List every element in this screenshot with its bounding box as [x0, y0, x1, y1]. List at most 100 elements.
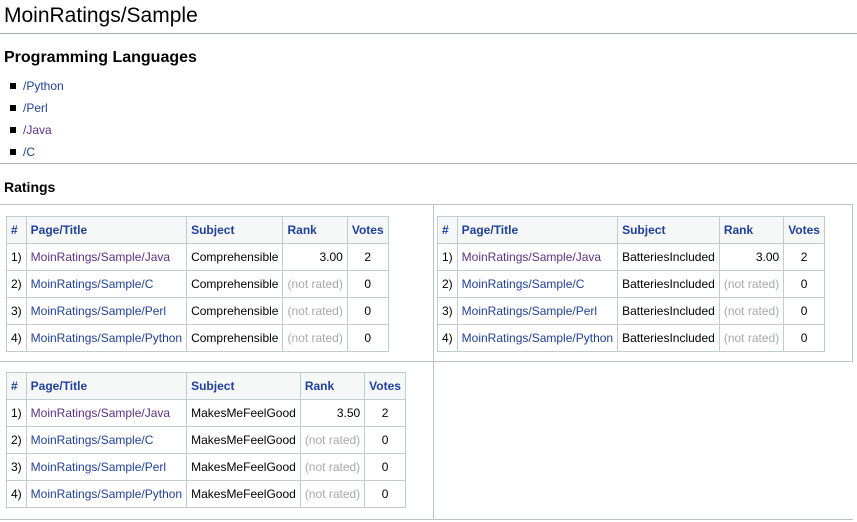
grid-divider: [433, 205, 434, 361]
subject-header: Subject: [186, 216, 284, 244]
list-item: /C: [0, 141, 64, 163]
row-index: 4): [437, 324, 458, 352]
language-link-c[interactable]: /C: [23, 145, 35, 159]
table-header-row: # Page/Title Subject Rank Votes: [6, 372, 406, 400]
table-row: 3) MoinRatings/Sample/Perl Comprehensible(…: [6, 297, 389, 325]
rank-not-rated: (not rated): [299, 453, 366, 481]
row-index: 4): [6, 324, 27, 352]
votes-cell: 0: [783, 270, 825, 298]
grid-divider: [0, 361, 853, 362]
votes-cell: 0: [783, 297, 825, 325]
table-row: 4) MoinRatings/Sample/Python MakesMeFeelGo…: [6, 480, 406, 508]
page-link[interactable]: MoinRatings/Sample/C: [31, 433, 154, 447]
votes-cell: 0: [346, 297, 389, 325]
table-header-row: # Page/Title Subject Rank Votes: [437, 216, 825, 244]
page-link[interactable]: MoinRatings/Sample/Perl: [462, 304, 597, 318]
row-index: 2): [6, 426, 27, 454]
page-link[interactable]: MoinRatings/Sample/Perl: [31, 304, 166, 318]
rank-not-rated: (not rated): [718, 297, 785, 325]
table-row: 1) MoinRatings/Sample/Java BatteriesInclud…: [437, 243, 825, 271]
table-row: 1) MoinRatings/Sample/Java Comprehensible 3…: [6, 243, 389, 271]
page-cell: MoinRatings/Sample/Perl: [25, 297, 188, 325]
page-cell: MoinRatings/Sample/Java: [25, 243, 188, 271]
subject-cell: MakesMeFeelGood: [186, 426, 301, 454]
page-link[interactable]: MoinRatings/Sample/Perl: [31, 460, 166, 474]
row-index: 2): [6, 270, 27, 298]
row-index: 2): [437, 270, 458, 298]
bullet-icon: [10, 105, 16, 111]
languages-list: /Python /Perl /Java /C: [0, 75, 64, 163]
row-index: 1): [6, 243, 27, 271]
ratings-heading: Ratings: [4, 179, 56, 195]
votes-cell: 0: [364, 480, 406, 508]
votes-cell: 2: [783, 243, 825, 271]
rank-cell: 3.00: [282, 243, 348, 271]
page-link[interactable]: MoinRatings/Sample/C: [31, 277, 154, 291]
language-link-perl[interactable]: /Perl: [23, 101, 48, 115]
page-title-header: Page/Title: [456, 216, 619, 244]
votes-header: Votes: [364, 372, 406, 400]
index-header: #: [6, 216, 27, 244]
subject-cell: MakesMeFeelGood: [186, 399, 301, 427]
page-cell: MoinRatings/Sample/Java: [456, 243, 619, 271]
row-index: 1): [6, 399, 27, 427]
rank-cell: 3.50: [299, 399, 366, 427]
votes-cell: 0: [364, 453, 406, 481]
section-divider: [0, 163, 857, 164]
page-link[interactable]: MoinRatings/Sample/Java: [31, 250, 170, 264]
page-link[interactable]: MoinRatings/Sample/Python: [31, 487, 182, 501]
grid-divider: [852, 205, 853, 361]
rank-cell: 3.00: [718, 243, 785, 271]
row-index: 4): [6, 480, 27, 508]
table-row: 2) MoinRatings/Sample/C BatteriesIncluded(…: [437, 270, 825, 298]
votes-cell: 0: [783, 324, 825, 352]
page-title-header: Page/Title: [25, 216, 188, 244]
votes-cell: 2: [346, 243, 389, 271]
votes-cell: 0: [346, 270, 389, 298]
rank-not-rated: (not rated): [282, 324, 348, 352]
page-link[interactable]: MoinRatings/Sample/Java: [462, 250, 601, 264]
page-title: MoinRatings/Sample: [0, 0, 857, 34]
bullet-icon: [10, 149, 16, 155]
page-cell: MoinRatings/Sample/C: [25, 426, 188, 454]
language-link-java[interactable]: /Java: [23, 123, 52, 137]
subject-header: Subject: [186, 372, 301, 400]
rank-header: Rank: [718, 216, 785, 244]
page-title-header: Page/Title: [25, 372, 188, 400]
subject-cell: Comprehensible: [186, 324, 284, 352]
page-cell: MoinRatings/Sample/Python: [25, 324, 188, 352]
subject-cell: BatteriesIncluded: [617, 324, 720, 352]
subject-cell: Comprehensible: [186, 270, 284, 298]
row-index: 3): [6, 297, 27, 325]
rank-not-rated: (not rated): [718, 324, 785, 352]
list-item: /Perl: [0, 97, 64, 119]
list-item: /Java: [0, 119, 64, 141]
votes-cell: 2: [364, 399, 406, 427]
votes-header: Votes: [783, 216, 825, 244]
rank-header: Rank: [282, 216, 348, 244]
ratings-table-makesmefeelgood: # Page/Title Subject Rank Votes 1) MoinRatings…: [6, 372, 406, 508]
languages-heading: Programming Languages: [4, 49, 197, 66]
index-header: #: [437, 216, 458, 244]
page-link[interactable]: MoinRatings/Sample/Java: [31, 406, 170, 420]
page-link[interactable]: MoinRatings/Sample/C: [462, 277, 585, 291]
rank-not-rated: (not rated): [299, 480, 366, 508]
page-cell: MoinRatings/Sample/Java: [25, 399, 188, 427]
language-link-python[interactable]: /Python: [23, 79, 64, 93]
votes-header: Votes: [346, 216, 389, 244]
votes-cell: 0: [364, 426, 406, 454]
votes-cell: 0: [346, 324, 389, 352]
table-row: 2) MoinRatings/Sample/C Comprehensible (not…: [6, 270, 389, 298]
ratings-grid: # Page/Title Subject Rank Votes 1) MoinRatings…: [0, 204, 853, 520]
bullet-icon: [10, 83, 16, 89]
page-cell: MoinRatings/Sample/Python: [25, 480, 188, 508]
index-header: #: [6, 372, 27, 400]
page-cell: MoinRatings/Sample/C: [456, 270, 619, 298]
page-cell: MoinRatings/Sample/Perl: [456, 297, 619, 325]
page-link[interactable]: MoinRatings/Sample/Python: [31, 331, 182, 345]
rank-header: Rank: [299, 372, 366, 400]
subject-header: Subject: [617, 216, 720, 244]
subject-cell: BatteriesIncluded: [617, 243, 720, 271]
table-row: 4) MoinRatings/Sample/Python BatteriesIncl…: [437, 324, 825, 352]
page-link[interactable]: MoinRatings/Sample/Python: [462, 331, 613, 345]
